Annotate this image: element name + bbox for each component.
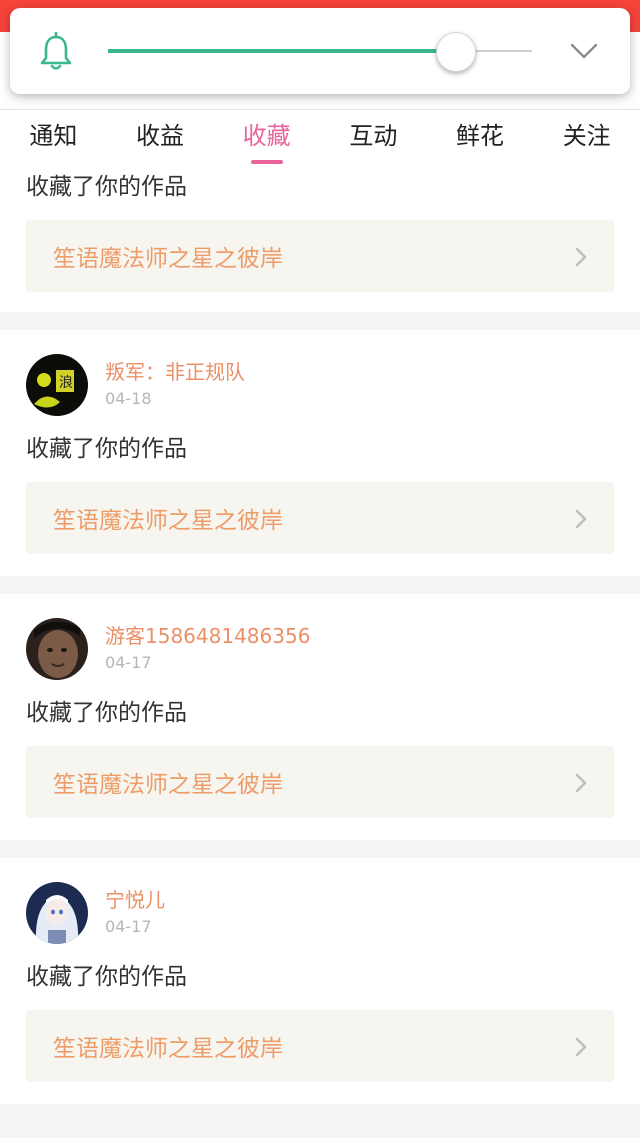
work-link[interactable]: 笙语魔法师之星之彼岸 [26,1010,614,1082]
tab-earnings[interactable]: 收益 [107,110,214,168]
timestamp: 04-17 [105,653,152,672]
work-link[interactable]: 笙语魔法师之星之彼岸 [26,220,614,292]
timestamp: 04-18 [105,389,152,408]
timestamp: 04-17 [105,917,152,936]
chevron-right-icon [575,509,587,529]
volume-slider-thumb[interactable] [436,32,476,72]
volume-track-fill [108,49,456,53]
work-link[interactable]: 笙语魔法师之星之彼岸 [26,482,614,554]
avatar[interactable]: 浪 [26,354,88,416]
chevron-right-icon [575,247,587,267]
tab-interactions[interactable]: 互动 [320,110,427,168]
user-name[interactable]: 宁悦儿 [105,887,165,913]
action-text: 收藏了你的作品 [26,964,187,990]
work-link[interactable]: 笙语魔法师之星之彼岸 [26,746,614,818]
user-row: 游客1586481486356 04-17 [26,618,614,680]
tab-flowers[interactable]: 鲜花 [427,110,534,168]
bell-icon[interactable] [38,32,74,72]
user-name[interactable]: 叛军：非正规队 [105,359,245,385]
chevron-right-icon [575,773,587,793]
work-title: 笙语魔法师之星之彼岸 [53,772,283,798]
svg-text:浪: 浪 [59,375,73,391]
work-title: 笙语魔法师之星之彼岸 [53,1036,283,1062]
user-row: 浪 叛军：非正规队 04-18 [26,354,614,416]
list-item: 宁悦儿 04-17 收藏了你的作品 笙语魔法师之星之彼岸 [0,858,640,1104]
list-item: 收藏了你的作品 笙语魔法师之星之彼岸 [0,168,640,312]
user-row: 宁悦儿 04-17 [26,882,614,944]
work-title: 笙语魔法师之星之彼岸 [53,508,283,534]
chevron-down-icon[interactable] [568,40,600,62]
list-item: 游客1586481486356 04-17 收藏了你的作品 笙语魔法师之星之彼岸 [0,594,640,840]
volume-panel [10,8,630,94]
list-item: 浪 叛军：非正规队 04-18 收藏了你的作品 笙语魔法师之星之彼岸 [0,330,640,576]
tab-favorites[interactable]: 收藏 [213,110,320,168]
avatar[interactable] [26,882,88,944]
favorites-feed: 收藏了你的作品 笙语魔法师之星之彼岸 浪 叛军：非正规队 04-18 收藏了你的… [0,168,640,1122]
tab-notifications[interactable]: 通知 [0,110,107,168]
user-name[interactable]: 游客1586481486356 [105,623,310,649]
avatar[interactable] [26,618,88,680]
work-title: 笙语魔法师之星之彼岸 [53,246,283,272]
tab-follows[interactable]: 关注 [533,110,640,168]
chevron-right-icon [575,1037,587,1057]
tab-bar: 通知 收益 收藏 互动 鲜花 关注 [0,110,640,168]
action-text: 收藏了你的作品 [26,700,187,726]
action-text: 收藏了你的作品 [26,436,187,462]
action-text: 收藏了你的作品 [26,174,187,200]
